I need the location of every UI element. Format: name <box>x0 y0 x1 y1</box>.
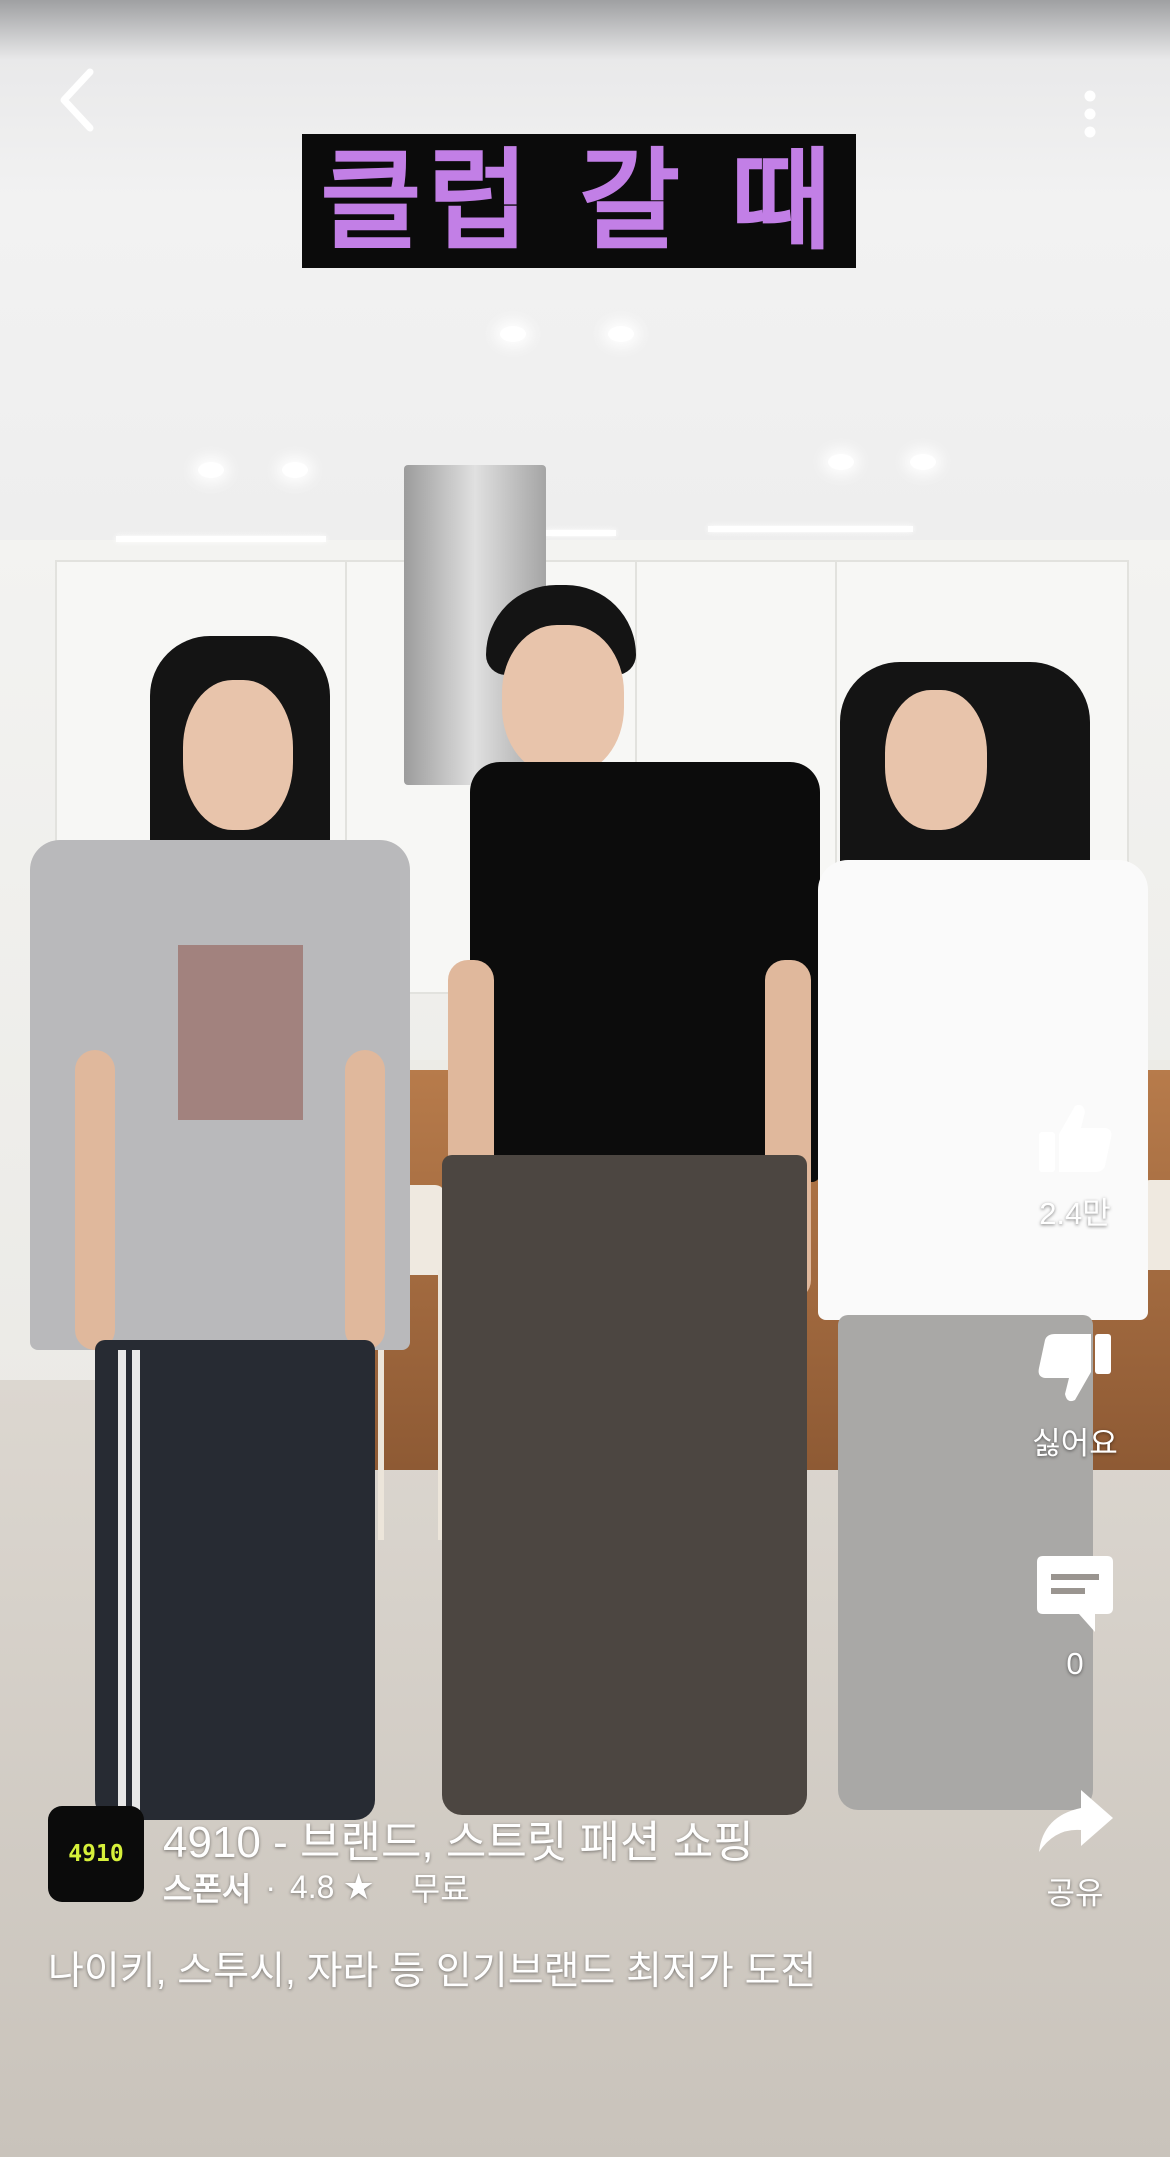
sponsor-label: 스폰서 <box>163 1871 252 1907</box>
more-options-button[interactable] <box>1060 78 1120 158</box>
comments-button[interactable]: 0 <box>1020 1552 1130 1682</box>
share-icon <box>1039 1790 1113 1852</box>
ad-rating: 4.8 <box>289 1868 335 1905</box>
star-icon: ★ <box>342 1866 375 1907</box>
meta-separator: · <box>265 1868 276 1905</box>
share-button[interactable]: 공유 <box>1020 1786 1130 1913</box>
pants-stripe <box>118 1350 126 1810</box>
face <box>502 625 624 775</box>
tshirt <box>818 860 1148 1320</box>
video-caption: 클럽 갈 때 <box>320 137 838 265</box>
ceiling-light <box>608 326 634 342</box>
face <box>885 690 987 830</box>
ad-logo-text: 4910 <box>68 1841 124 1867</box>
light-strip <box>708 526 913 532</box>
more-vertical-icon <box>1084 90 1096 138</box>
ad-description: 나이키, 스투시, 자라 등 인기브랜드 최저가 도전 <box>48 1950 817 1993</box>
light-strip <box>116 536 326 542</box>
comment-count: 0 <box>1066 1646 1084 1681</box>
ceiling-light <box>910 454 936 470</box>
like-count: 2.4만 <box>1039 1196 1111 1231</box>
ad-panel: 4910 4910 - 브랜드, 스트릿 패션 쇼핑 스폰서 · 4.8 ★ 무… <box>48 1806 1008 1907</box>
camo-pants <box>442 1155 807 1815</box>
pants-stripe <box>132 1350 140 1810</box>
thumbs-up-icon <box>1039 1104 1112 1172</box>
video-caption-box: 클럽 갈 때 <box>302 134 856 268</box>
back-button[interactable] <box>50 60 120 140</box>
ceiling-light <box>828 454 854 470</box>
shirt-graphic <box>178 945 303 1120</box>
like-button[interactable]: 2.4만 <box>1020 1098 1130 1233</box>
dislike-label: 싫어요 <box>1032 1426 1118 1461</box>
light-strip <box>546 530 616 536</box>
share-label: 공유 <box>1046 1876 1104 1911</box>
comment-icon <box>1037 1556 1113 1632</box>
chevron-left-icon <box>60 68 94 132</box>
ceiling-light <box>282 462 308 478</box>
thumbs-down-icon <box>1038 1334 1111 1402</box>
ad-price: 무료 <box>410 1871 470 1907</box>
ceiling-light <box>198 462 224 478</box>
dislike-button[interactable]: 싫어요 <box>1020 1328 1130 1463</box>
ad-title[interactable]: 4910 - 브랜드, 스트릿 패션 쇼핑 <box>163 1806 754 1870</box>
ceiling-light <box>500 326 526 342</box>
ad-app-logo[interactable]: 4910 <box>48 1806 144 1902</box>
face <box>183 680 293 830</box>
arm <box>345 1050 385 1350</box>
arm <box>75 1050 115 1350</box>
ad-meta: 스폰서 · 4.8 ★ 무료 <box>163 1864 470 1910</box>
